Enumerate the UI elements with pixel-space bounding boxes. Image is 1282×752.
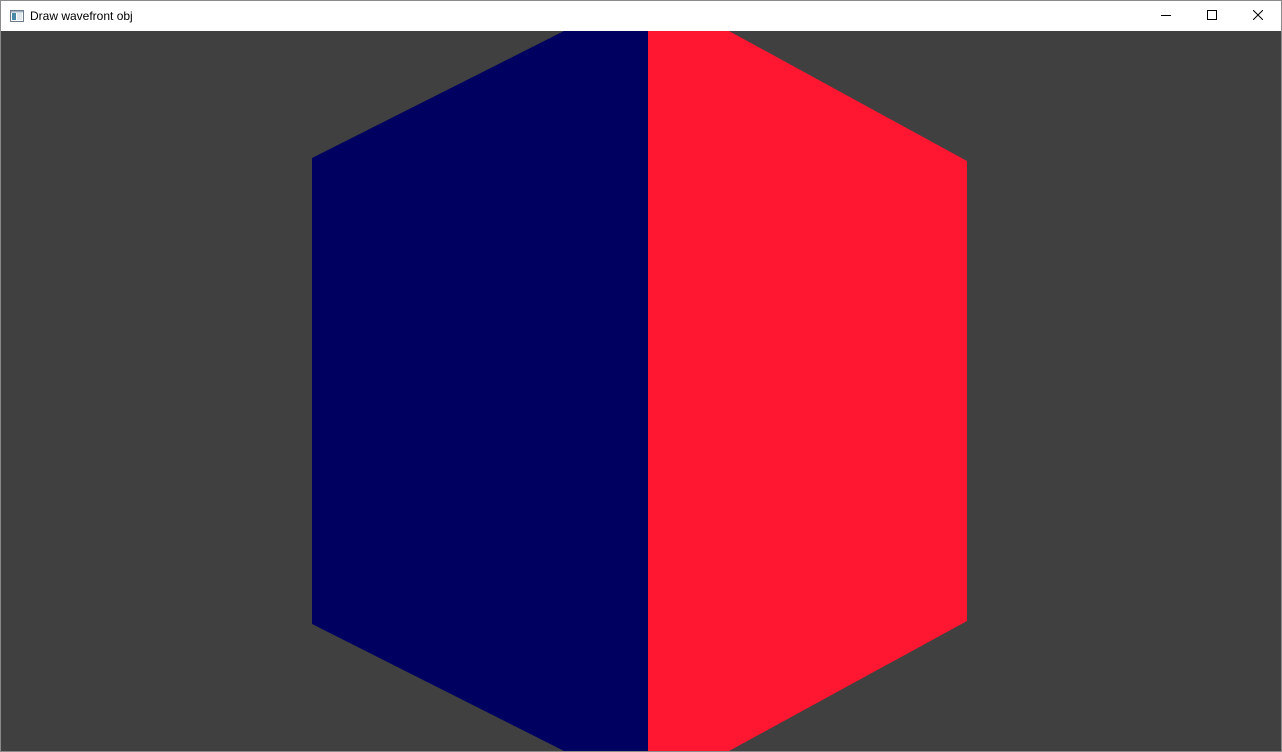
window-title: Draw wavefront obj [30,9,133,23]
scene-canvas [312,31,967,751]
left-face [312,31,648,751]
right-face [648,31,967,751]
title-bar[interactable]: Draw wavefront obj [1,1,1281,31]
maximize-button[interactable] [1189,1,1235,31]
minimize-icon [1161,7,1171,25]
render-viewport[interactable] [1,31,1281,751]
close-button[interactable] [1235,1,1281,31]
maximize-icon [1207,7,1217,25]
close-icon [1252,7,1264,25]
window-app-icon [10,9,24,22]
app-window: Draw wavefront obj [0,0,1282,752]
minimize-button[interactable] [1143,1,1189,31]
